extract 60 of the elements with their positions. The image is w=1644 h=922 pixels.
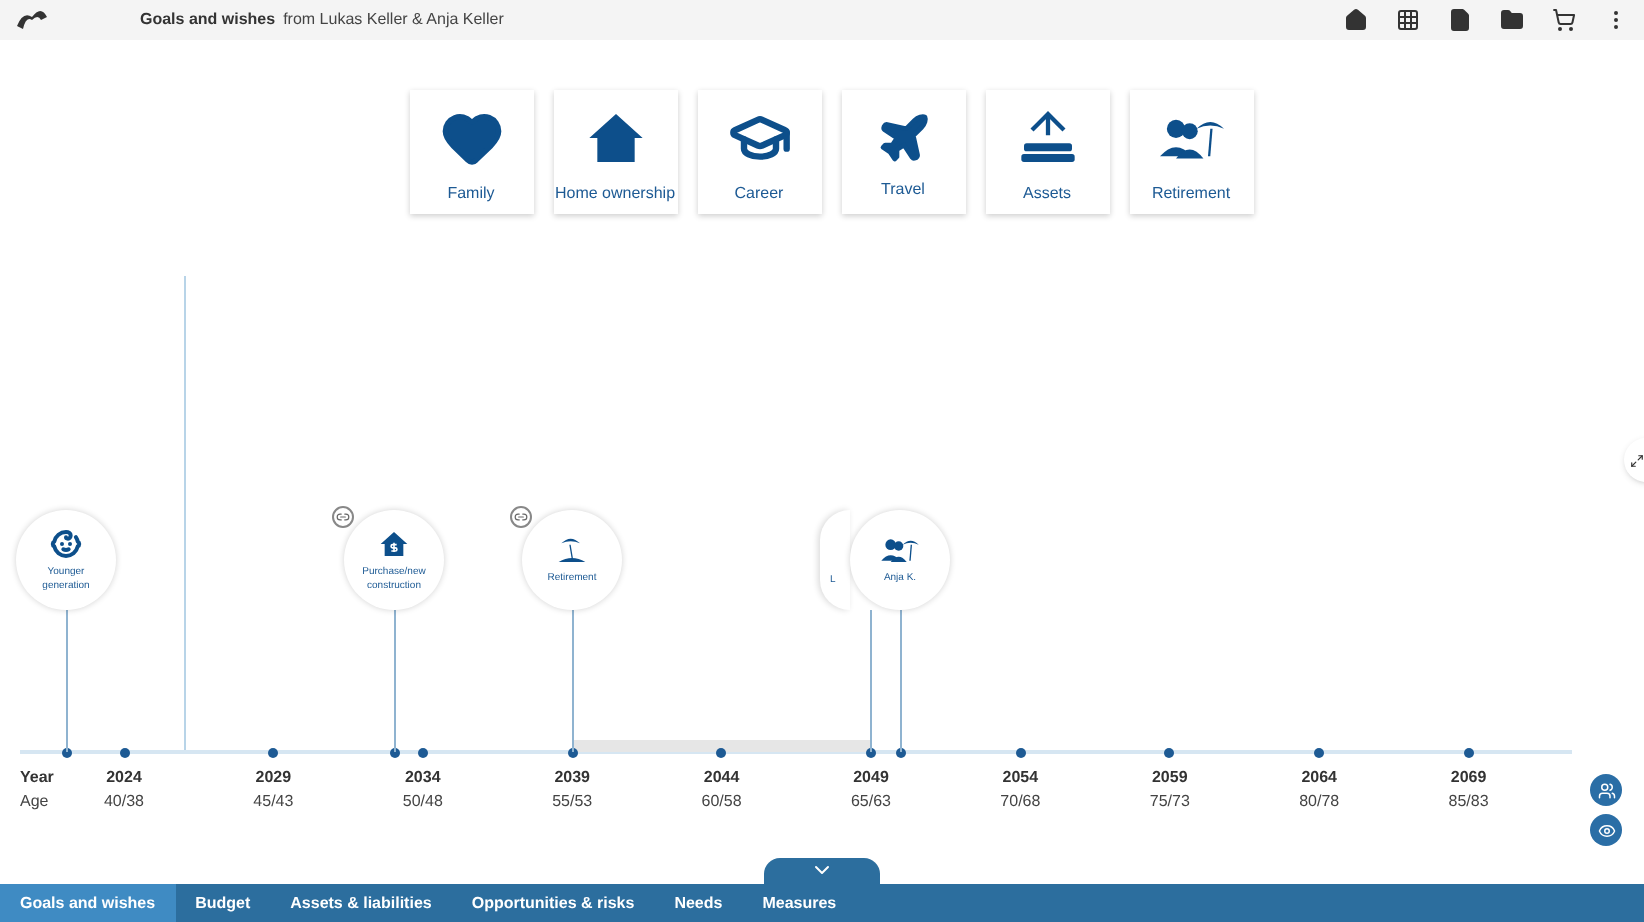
year-tick: 2049 xyxy=(851,766,891,790)
home-icon[interactable] xyxy=(1344,8,1368,32)
year-tick: 2024 xyxy=(104,766,144,790)
page-title: Goals and wishes xyxy=(140,8,276,32)
house-icon xyxy=(378,527,410,559)
year-tick: 2059 xyxy=(1149,766,1190,790)
goal-category-card[interactable]: Home ownership xyxy=(553,90,677,214)
section-tab[interactable]: Goals and wishes xyxy=(0,884,176,922)
year-tick: 2054 xyxy=(1000,766,1041,790)
palm-beach-icon xyxy=(556,534,588,566)
age-tick: 80/78 xyxy=(1297,790,1342,814)
goal-connector xyxy=(394,610,396,752)
page-subtitle: from Lukas Keller & Anja Keller xyxy=(283,8,504,32)
section-tab[interactable]: Budget xyxy=(175,884,271,922)
logo-icon xyxy=(14,8,50,32)
people-palm-icon xyxy=(880,534,920,566)
year-tick: 2034 xyxy=(402,766,443,790)
age-tick: 65/63 xyxy=(848,790,894,814)
year-tick: 2069 xyxy=(1448,766,1489,790)
expand-icon xyxy=(1630,453,1644,467)
section-tab[interactable]: Measures xyxy=(742,884,857,922)
age-tick: 85/83 xyxy=(1446,790,1491,814)
year-tick: 2029 xyxy=(253,766,294,790)
goal-category-card[interactable]: Family xyxy=(409,90,533,214)
goal-category-card[interactable]: Assets xyxy=(985,90,1109,214)
cart-icon[interactable] xyxy=(1552,8,1576,32)
link-badge-icon[interactable] xyxy=(332,506,354,528)
link-badge-icon[interactable] xyxy=(510,506,532,528)
goal-connector xyxy=(870,610,872,752)
section-tab[interactable]: Needs xyxy=(654,884,743,922)
year-tick: 2064 xyxy=(1299,766,1339,790)
age-tick: 45/43 xyxy=(251,790,296,814)
year-tick: 2039 xyxy=(552,766,592,790)
visibility-button[interactable] xyxy=(1590,814,1622,846)
goal-connector xyxy=(900,610,902,752)
year-label: Year xyxy=(20,766,54,790)
section-tab[interactable]: Opportunities & risks xyxy=(451,884,655,922)
age-tick: 40/38 xyxy=(101,790,147,814)
goal-connector xyxy=(572,610,574,752)
goal-connector xyxy=(66,610,68,752)
goal-category-card[interactable]: Travel xyxy=(841,90,965,214)
age-tick: 75/73 xyxy=(1147,790,1192,814)
apps-grid-icon[interactable] xyxy=(1396,8,1420,32)
age-tick: 60/58 xyxy=(699,790,744,814)
collapse-tab[interactable] xyxy=(764,858,880,886)
age-tick: 70/68 xyxy=(998,790,1043,814)
airplane-icon xyxy=(875,110,931,166)
year-tick: 2044 xyxy=(701,766,742,790)
goal-category-card[interactable]: Career xyxy=(697,90,821,214)
goal-category-card[interactable]: Retirement xyxy=(1129,90,1253,214)
eye-icon xyxy=(1597,821,1615,839)
section-tab[interactable]: Assets & liabilities xyxy=(270,884,452,922)
document-icon[interactable] xyxy=(1448,8,1472,32)
people-button[interactable] xyxy=(1590,774,1622,806)
baby-icon xyxy=(50,527,82,559)
people-icon xyxy=(1597,781,1615,799)
age-label: Age xyxy=(20,790,49,814)
folder-icon[interactable] xyxy=(1500,8,1524,32)
age-tick: 55/53 xyxy=(550,790,595,814)
age-tick: 50/48 xyxy=(400,790,445,814)
